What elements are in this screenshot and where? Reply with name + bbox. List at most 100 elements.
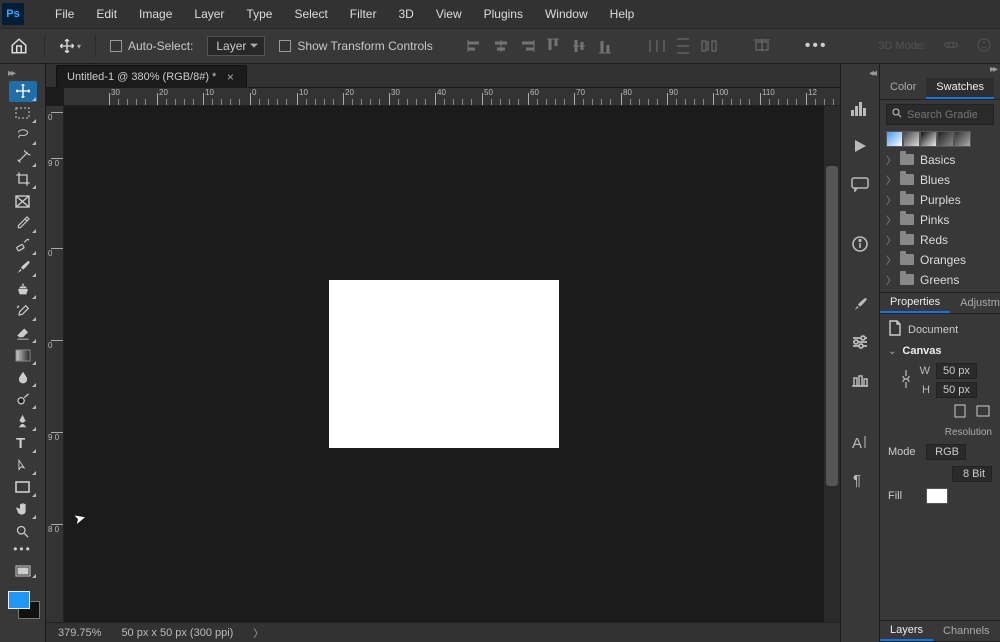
- gradient-preset-4[interactable]: [937, 131, 954, 147]
- bits-value[interactable]: 8 Bit: [952, 466, 992, 482]
- ruler-v-tick: 9 0: [48, 160, 59, 168]
- scrollbar-thumb[interactable]: [826, 166, 838, 486]
- type-tool[interactable]: T: [9, 433, 37, 454]
- gradient-search-input[interactable]: [907, 109, 977, 121]
- menu-image[interactable]: Image: [128, 0, 183, 28]
- menu-window[interactable]: Window: [534, 0, 599, 28]
- ruler-horizontal[interactable]: 302010010203040506070809010011012: [64, 88, 840, 106]
- tab-color[interactable]: Color: [880, 78, 926, 99]
- panel-brushes-icon[interactable]: [848, 292, 872, 316]
- gradient-group-basics[interactable]: 〉Basics: [886, 151, 994, 168]
- doc-info[interactable]: 50 px x 50 px (300 ppi): [121, 627, 233, 639]
- orientation-landscape-icon[interactable]: [976, 405, 990, 420]
- height-value[interactable]: 50 px: [936, 382, 977, 398]
- clone-stamp-tool[interactable]: [9, 279, 37, 300]
- menu-view[interactable]: View: [425, 0, 473, 28]
- panel-histogram-icon[interactable]: [848, 96, 872, 120]
- crop-tool[interactable]: [9, 169, 37, 190]
- pen-tool[interactable]: [9, 411, 37, 432]
- brush-tool[interactable]: [9, 257, 37, 278]
- panel-character-icon[interactable]: A: [848, 430, 872, 454]
- move-tool-icon[interactable]: ▾: [59, 35, 81, 57]
- transform-controls-checkbox[interactable]: [279, 40, 291, 52]
- hand-tool[interactable]: [9, 499, 37, 520]
- foreground-color[interactable]: [8, 591, 30, 609]
- autoselect-checkbox[interactable]: [110, 40, 122, 52]
- iconstrip-expand-icon[interactable]: ◂◂: [841, 68, 879, 82]
- panel-libraries-icon[interactable]: [848, 368, 872, 392]
- width-value[interactable]: 50 px: [936, 363, 977, 379]
- canvas-viewport[interactable]: ➤: [64, 106, 824, 622]
- magic-wand-tool[interactable]: [9, 147, 37, 168]
- gradient-preset-5[interactable]: [954, 131, 971, 147]
- gradient-tool[interactable]: [9, 345, 37, 366]
- ruler-vertical[interactable]: 09 0009 08 0: [46, 106, 64, 622]
- color-swatches[interactable]: [6, 583, 40, 617]
- tab-swatches[interactable]: Swatches: [926, 78, 994, 99]
- eyedropper-tool[interactable]: [9, 213, 37, 234]
- path-selection-tool[interactable]: [9, 455, 37, 476]
- toolbox: ▸▸: [0, 64, 46, 642]
- dodge-tool[interactable]: [9, 389, 37, 410]
- menu-3d[interactable]: 3D: [387, 0, 424, 28]
- tab-channels[interactable]: Channels: [933, 622, 999, 640]
- gradient-group-pinks[interactable]: 〉Pinks: [886, 211, 994, 228]
- rightcol-collapse-icon[interactable]: ▸▸: [880, 64, 1000, 78]
- screen-mode-icon[interactable]: [9, 563, 37, 579]
- menu-plugins[interactable]: Plugins: [473, 0, 534, 28]
- zoom-level[interactable]: 379.75%: [58, 627, 101, 639]
- gradient-preset-3[interactable]: [920, 131, 937, 147]
- menu-file[interactable]: File: [44, 0, 85, 28]
- orientation-portrait-icon[interactable]: [954, 404, 966, 421]
- frame-tool[interactable]: [9, 191, 37, 212]
- tab-layers[interactable]: Layers: [880, 621, 933, 641]
- doc-info-chevron-icon[interactable]: 〉: [253, 625, 263, 640]
- gradient-group-blues[interactable]: 〉Blues: [886, 171, 994, 188]
- fill-swatch[interactable]: [926, 488, 948, 504]
- folder-icon: [900, 194, 914, 205]
- right-panels: ▸▸ Color Swatches 〉Basics 〉Blues 〉Purples 〉…: [880, 64, 1000, 642]
- autoselect-target-dropdown[interactable]: Layer: [207, 36, 265, 56]
- tab-adjustments[interactable]: Adjustments: [950, 294, 1000, 312]
- panel-info-icon[interactable]: [848, 232, 872, 256]
- gradient-group-reds[interactable]: 〉Reds: [886, 231, 994, 248]
- healing-brush-tool[interactable]: [9, 235, 37, 256]
- edit-toolbar-icon[interactable]: •••: [9, 542, 37, 556]
- canvas-twirl-icon[interactable]: ⌄: [888, 346, 896, 357]
- menu-select[interactable]: Select: [283, 0, 338, 28]
- move-tool[interactable]: [9, 81, 37, 102]
- rect-marquee-tool[interactable]: [9, 103, 37, 124]
- mode-value[interactable]: RGB: [926, 444, 966, 460]
- menu-filter[interactable]: Filter: [339, 0, 388, 28]
- panel-adjustments-icon[interactable]: [848, 330, 872, 354]
- document-tab[interactable]: Untitled-1 @ 380% (RGB/8#) * ×: [56, 65, 247, 87]
- canvas[interactable]: [329, 280, 559, 448]
- toolbox-expand-icon[interactable]: ▸▸: [0, 66, 45, 80]
- gradient-preset-2[interactable]: [903, 131, 920, 147]
- gradient-search[interactable]: [886, 104, 994, 125]
- gradient-group-oranges[interactable]: 〉Oranges: [886, 251, 994, 268]
- lasso-tool[interactable]: [9, 125, 37, 146]
- options-overflow-icon[interactable]: •••: [805, 37, 828, 55]
- eraser-tool[interactable]: [9, 323, 37, 344]
- panel-comments-icon[interactable]: [848, 172, 872, 196]
- tab-properties[interactable]: Properties: [880, 293, 950, 313]
- menu-layer[interactable]: Layer: [183, 0, 235, 28]
- menu-help[interactable]: Help: [599, 0, 646, 28]
- blur-tool[interactable]: [9, 367, 37, 388]
- panel-paragraph-icon[interactable]: ¶: [848, 468, 872, 492]
- history-brush-tool[interactable]: [9, 301, 37, 322]
- menu-type[interactable]: Type: [235, 0, 283, 28]
- gradient-preset-1[interactable]: [886, 131, 903, 147]
- panel-play-icon[interactable]: [848, 134, 872, 158]
- app-logo: Ps: [2, 3, 24, 25]
- home-icon[interactable]: [8, 35, 30, 57]
- zoom-tool[interactable]: [9, 521, 37, 542]
- close-tab-icon[interactable]: ×: [224, 71, 236, 83]
- gradient-group-purples[interactable]: 〉Purples: [886, 191, 994, 208]
- gradient-group-greens[interactable]: 〉Greens: [886, 271, 994, 288]
- menu-edit[interactable]: Edit: [85, 0, 128, 28]
- rectangle-shape-tool[interactable]: [9, 477, 37, 498]
- link-wh-icon[interactable]: [900, 368, 912, 393]
- vertical-scrollbar[interactable]: [824, 106, 840, 622]
